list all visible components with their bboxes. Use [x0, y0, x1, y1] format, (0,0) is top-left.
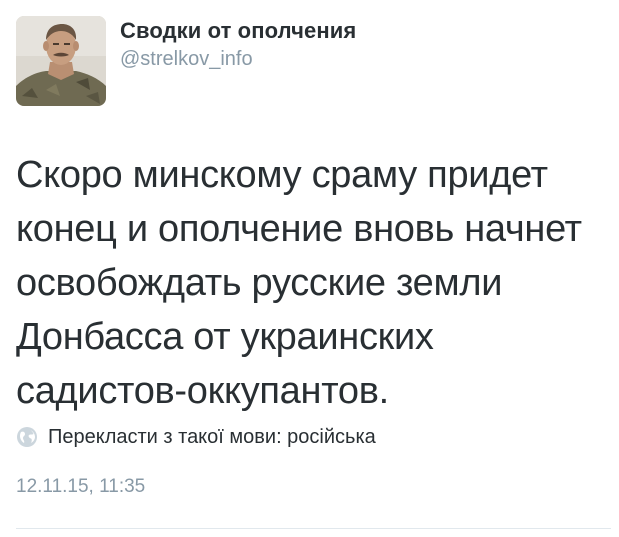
- translate-label: Перекласти з такої мови: російська: [48, 425, 376, 448]
- divider: [16, 528, 611, 529]
- avatar-photo-icon: [16, 16, 106, 106]
- tweet-card: Сводки от ополчения @strelkov_info Скоро…: [0, 0, 619, 537]
- tweet-text-line: конец и ополчение вновь начнет: [16, 208, 582, 250]
- author-display-name[interactable]: Сводки от ополчения: [120, 18, 356, 44]
- tweet-text-line: Донбасса от украинских: [16, 316, 434, 358]
- tweet-text-line: садистов-оккупантов.: [16, 370, 389, 412]
- author-handle[interactable]: @strelkov_info: [120, 48, 253, 71]
- tweet-timestamp: 12.11.15, 11:35: [16, 476, 146, 497]
- avatar[interactable]: [16, 16, 106, 106]
- tweet-text-line: Скоро минскому сраму придет: [16, 154, 548, 196]
- translate-button[interactable]: Перекласти з такої мови: російська: [16, 424, 376, 450]
- globe-icon: [16, 426, 38, 448]
- tweet-text: Скоро минскому сраму придет конец и опол…: [16, 148, 606, 418]
- tweet-text-line: освобождать русские земли: [16, 262, 503, 304]
